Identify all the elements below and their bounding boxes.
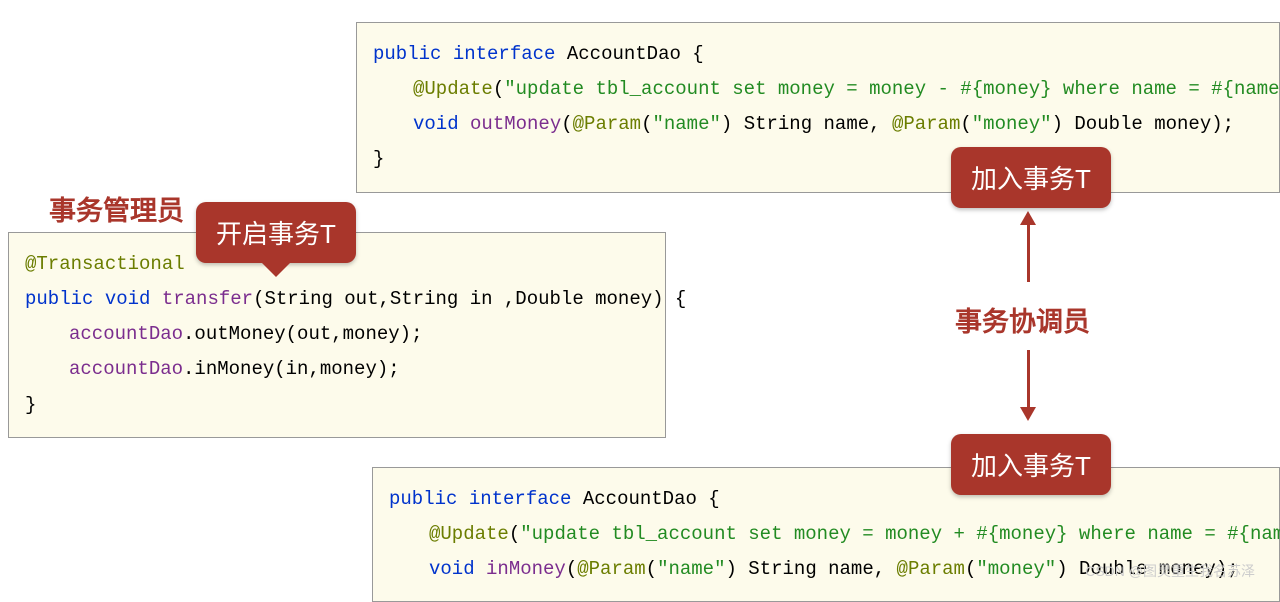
label-coordinator: 事务协调员 [955,300,1090,339]
callout-join-1: 加入事务T [951,147,1111,208]
keyword: public [389,488,457,510]
string: "update tbl_account set money = money + … [520,523,1280,545]
annotation: @Update [429,523,509,545]
code-line: public interface AccountDao { [373,37,1263,72]
code-line: void outMoney(@Param("name") String name… [373,107,1263,142]
keyword: public [373,43,441,65]
code-line: public interface AccountDao { [389,482,1263,517]
arrow-up-head-icon [1020,211,1036,225]
label-admin: 事务管理员 [49,189,184,228]
callout-label: 加入事务T [971,451,1091,481]
keyword: void [413,113,459,135]
method: transfer [162,288,253,310]
arrow-down-head-icon [1020,407,1036,421]
arrow-up-line [1027,224,1030,282]
method: outMoney [470,113,561,135]
keyword: interface [453,43,556,65]
annotation: @Param [577,558,645,580]
string: "update tbl_account set money = money - … [504,78,1280,100]
annotation: @Param [573,113,641,135]
type-name: AccountDao [567,43,681,65]
code-line: } [373,142,1263,177]
code-block-top: public interface AccountDao { @Update("u… [356,22,1280,193]
annotation: @Param [892,113,960,135]
watermark: CSDN @图灵重生我名苏泽 [1085,561,1255,581]
code-line: @Update("update tbl_account set money = … [373,72,1263,107]
method: inMoney [486,558,566,580]
code-block-bottom: public interface AccountDao { @Update("u… [372,467,1280,602]
field: accountDao [69,358,183,380]
code-line: } [25,388,649,423]
code-line: public void transfer(String out,String i… [25,282,649,317]
keyword: public [25,288,93,310]
field: accountDao [69,323,183,345]
callout-label: 加入事务T [971,164,1091,194]
keyword: interface [469,488,572,510]
annotation: @Param [897,558,965,580]
callout-tail-icon [260,261,292,277]
keyword: void [105,288,151,310]
code-line: accountDao.outMoney(out,money); [25,317,649,352]
type-name: AccountDao [583,488,697,510]
annotation: @Transactional [25,253,185,275]
callout-label: 开启事务T [216,219,336,249]
keyword: void [429,558,475,580]
callout-join-2: 加入事务T [951,434,1111,495]
arrow-down-line [1027,350,1030,408]
code-line: @Update("update tbl_account set money = … [389,517,1263,552]
annotation: @Update [413,78,493,100]
callout-open-transaction: 开启事务T [196,202,356,263]
code-line: accountDao.inMoney(in,money); [25,352,649,387]
